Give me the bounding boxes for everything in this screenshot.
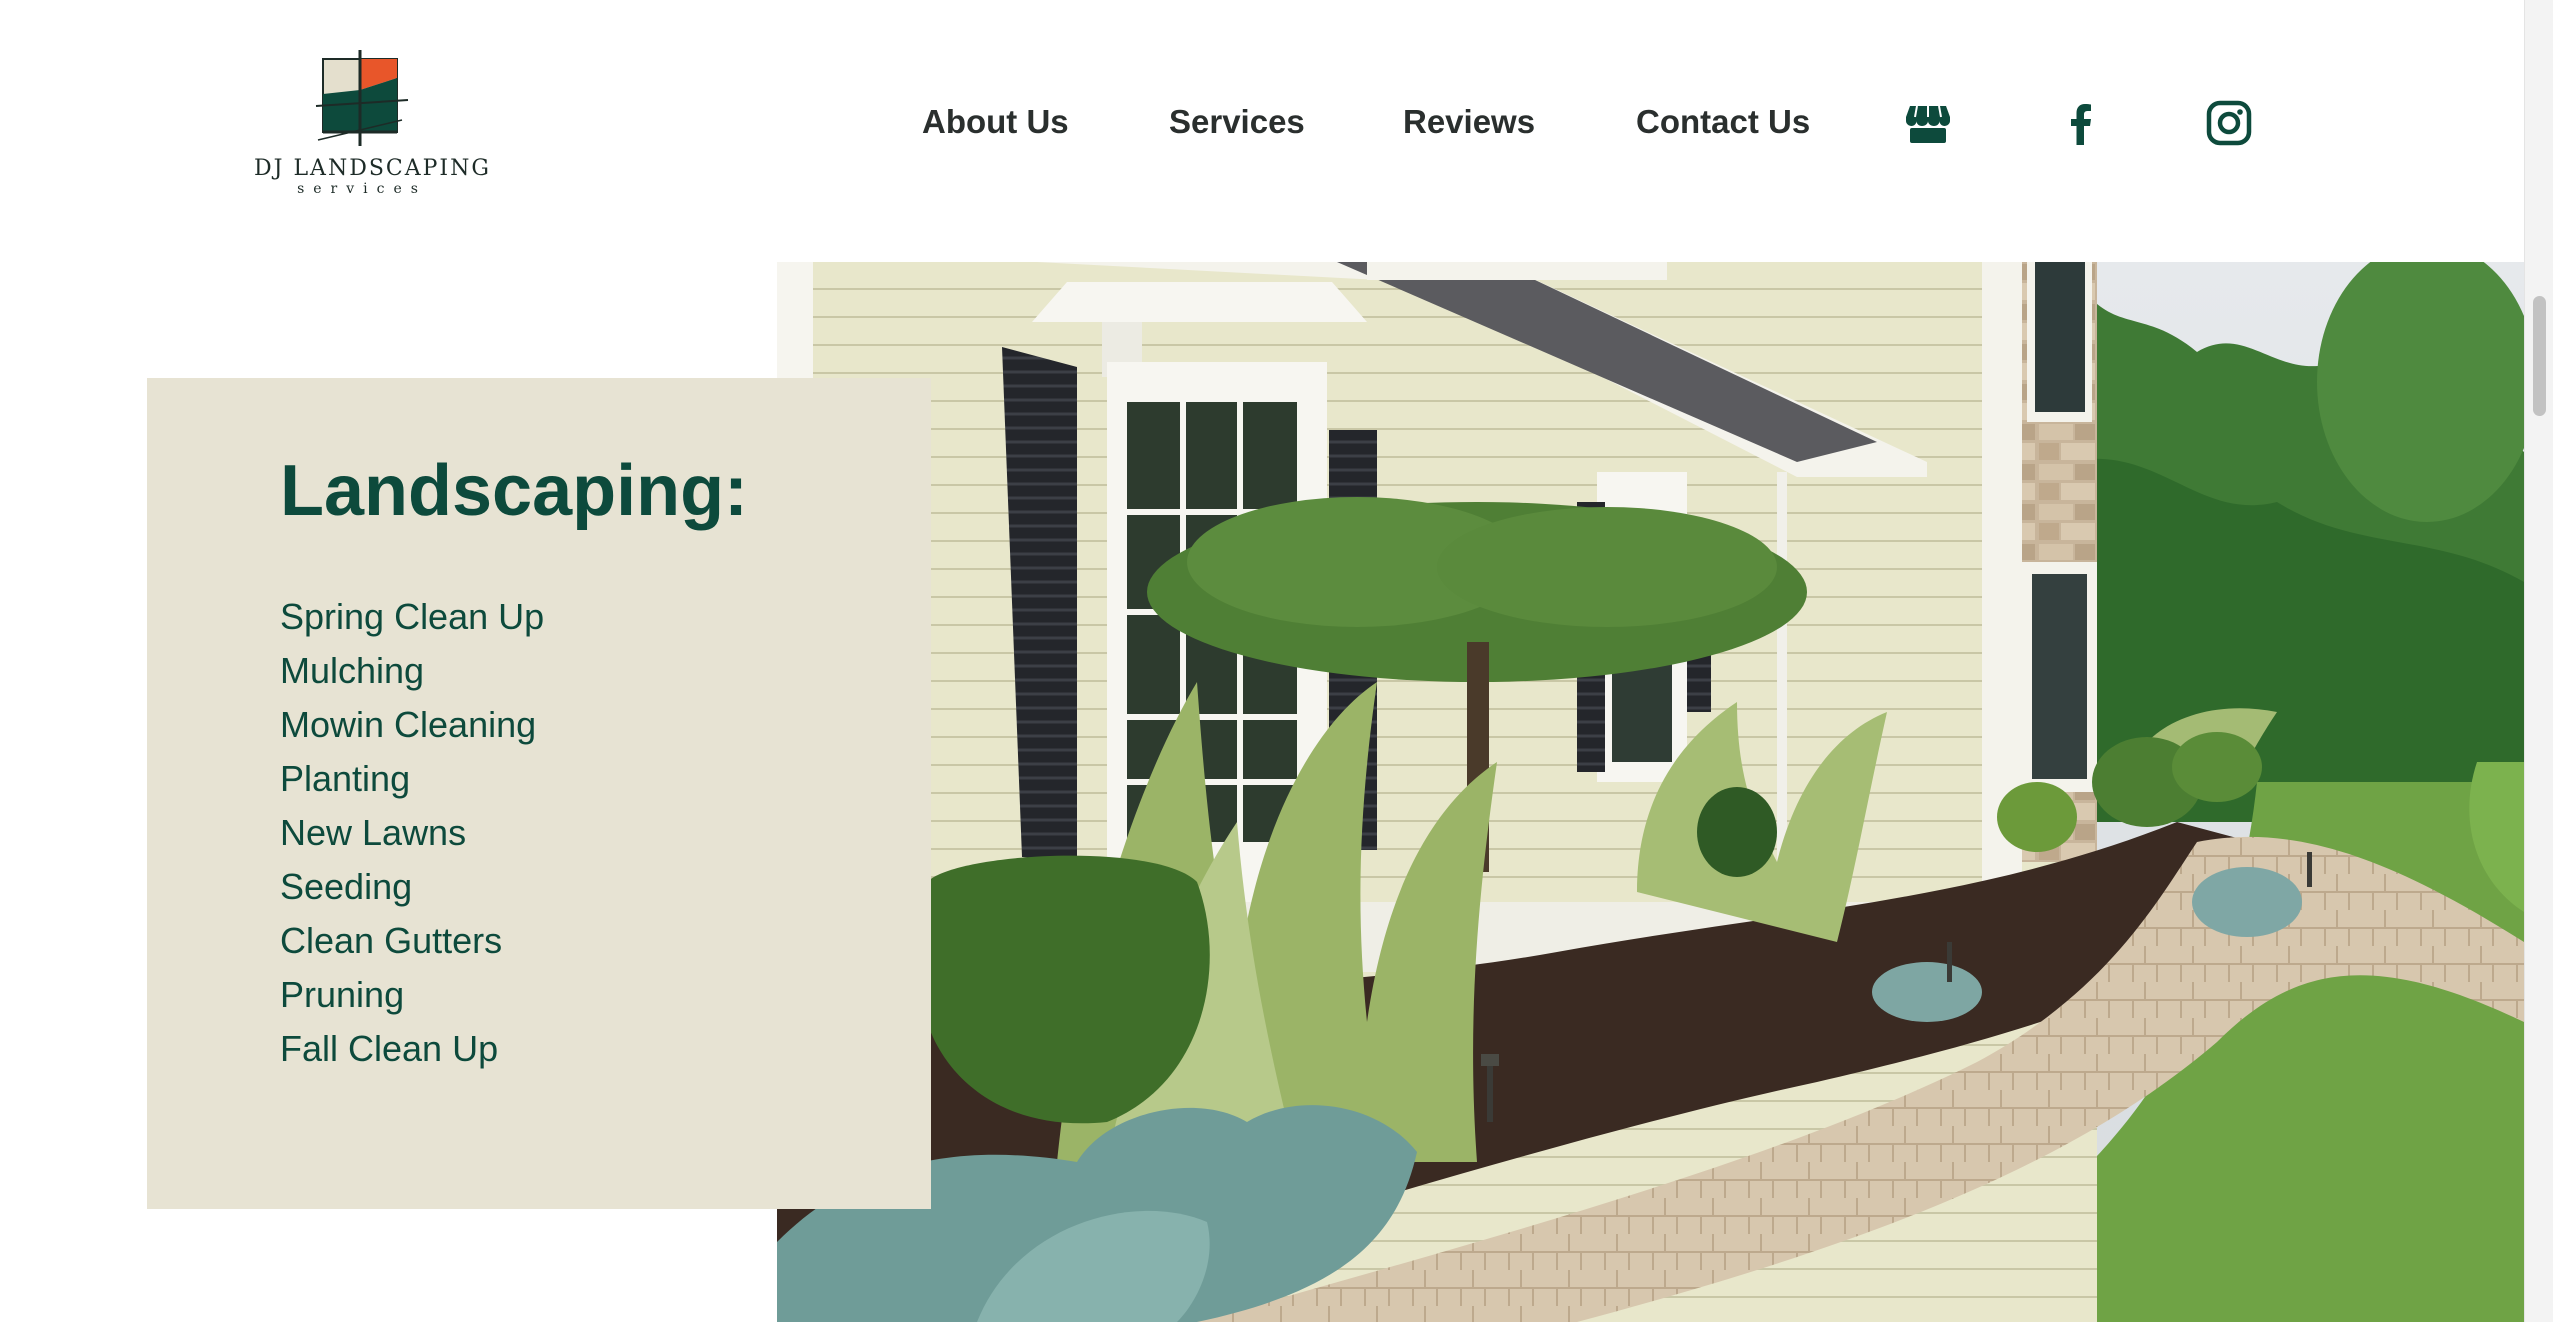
service-list: Spring Clean Up Mulching Mowin Cleaning … bbox=[280, 590, 544, 1076]
nav-contact-us[interactable]: Contact Us bbox=[1636, 103, 1810, 141]
page: DJ LANDSCAPING services About Us Service… bbox=[0, 0, 2553, 1322]
logo-mark-icon bbox=[315, 50, 409, 146]
facebook-icon[interactable] bbox=[2058, 100, 2104, 146]
services-heading: Landscaping: bbox=[280, 451, 749, 531]
nav-reviews[interactable]: Reviews bbox=[1403, 103, 1535, 141]
scrollbar-thumb[interactable] bbox=[2533, 296, 2546, 416]
service-item: Fall Clean Up bbox=[280, 1028, 499, 1069]
logo-wordmark: DJ LANDSCAPING bbox=[254, 156, 491, 181]
service-item: Pruning bbox=[280, 974, 405, 1015]
google-business-storefront-icon[interactable] bbox=[1905, 100, 1951, 146]
services-panel: Landscaping: Spring Clean Up Mulching Mo… bbox=[147, 378, 931, 1209]
instagram-icon[interactable] bbox=[2206, 100, 2252, 146]
nav-about-us[interactable]: About Us bbox=[922, 103, 1069, 141]
service-item: Seeding bbox=[280, 866, 413, 907]
nav-services[interactable]: Services bbox=[1169, 103, 1305, 141]
logo-tagline: services bbox=[297, 181, 427, 197]
service-item: Spring Clean Up bbox=[280, 596, 545, 637]
service-item: Planting bbox=[280, 758, 411, 799]
brand-logo[interactable]: DJ LANDSCAPING services bbox=[254, 50, 491, 200]
service-item: Mowin Cleaning bbox=[280, 704, 537, 745]
service-item: Clean Gutters bbox=[280, 920, 503, 961]
service-item: New Lawns bbox=[280, 812, 467, 853]
service-item: Mulching bbox=[280, 650, 425, 691]
page-scrollbar[interactable] bbox=[2524, 0, 2553, 1322]
hero-landscaping-photo bbox=[777, 262, 2524, 1322]
